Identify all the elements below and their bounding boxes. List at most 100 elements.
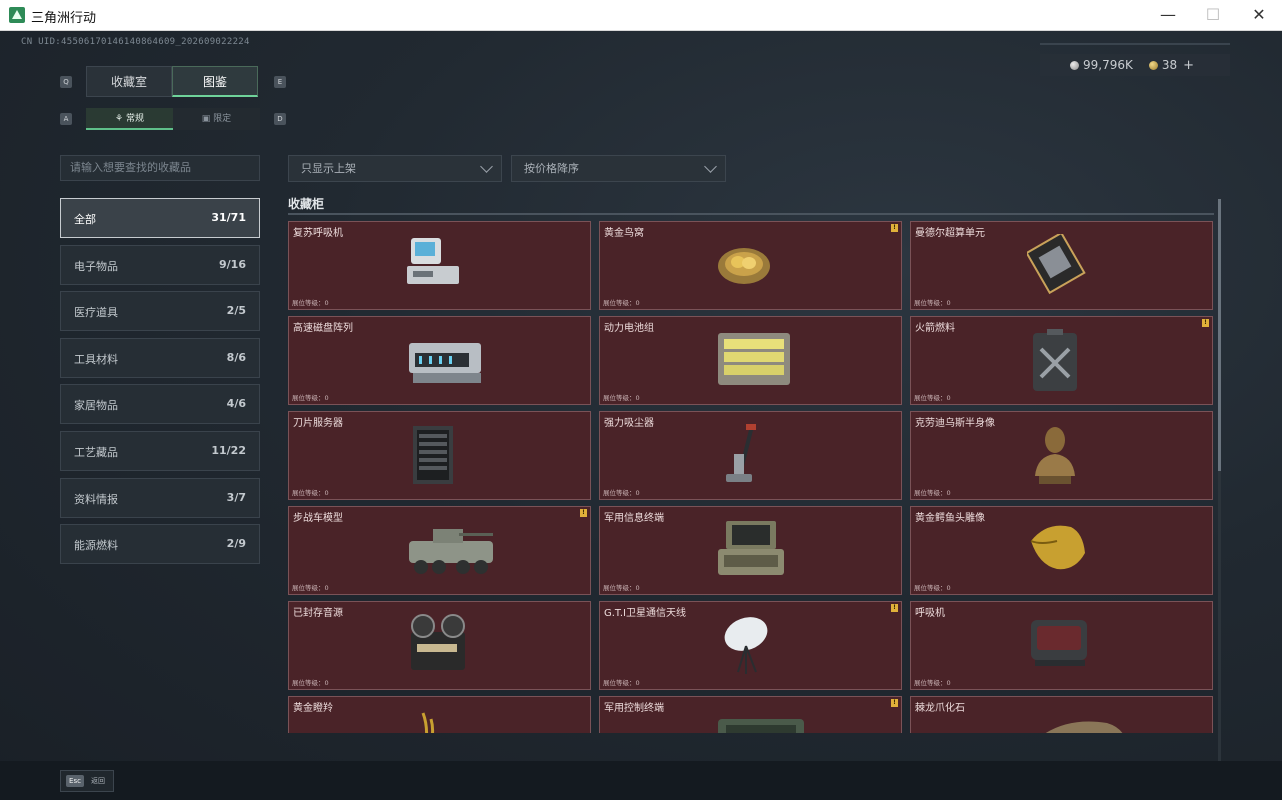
collection-card[interactable]: 棘龙爪化石展位等级：0 — [910, 696, 1213, 733]
collection-card[interactable]: 已封存音源展位等级：0 — [288, 601, 591, 690]
item-name: 克劳迪乌斯半身像 — [915, 418, 995, 429]
silver-coin-icon — [1070, 60, 1079, 70]
key-hint-d: D — [274, 113, 286, 125]
category-count: 11/22 — [211, 444, 246, 457]
category-item[interactable]: 资料情报 3/7 — [60, 477, 260, 518]
currency-bar: 99,796K 38 + — [1040, 54, 1230, 76]
top-divider — [1040, 43, 1230, 45]
display-level: 展位等级：0 — [292, 394, 329, 402]
window-titlebar: 三角洲行动 — ☐ ✕ — [0, 0, 1282, 31]
bust-statue-icon — [1035, 427, 1075, 484]
collection-card[interactable]: 黄金鳄鱼头雕像 展位等级：0 — [910, 506, 1213, 595]
collection-card[interactable]: 高速磁盘阵列 展位等级：0 — [288, 316, 591, 405]
collection-card[interactable]: 火箭燃料 展位等级：0! — [910, 316, 1213, 405]
chevron-down-icon — [704, 160, 717, 173]
satellite-dish-icon — [724, 617, 768, 674]
scrollbar-thumb[interactable] — [1218, 199, 1221, 471]
category-count: 9/16 — [219, 257, 246, 271]
disk-array-icon — [409, 343, 481, 383]
collection-card[interactable]: 黄金瞪羚展位等级：0 — [288, 696, 591, 733]
alert-badge-icon: ! — [1202, 319, 1209, 327]
collection-card[interactable]: G.T.I卫星通信天线 展位等级：0! — [599, 601, 902, 690]
collection-card[interactable]: 动力电池组 展位等级：0 — [599, 316, 902, 405]
alert-badge-icon: ! — [580, 509, 587, 517]
collection-card[interactable]: 刀片服务器 展位等级：0 — [288, 411, 591, 500]
tab-catalog[interactable]: 图鉴 — [172, 66, 258, 97]
item-name: 黄金瞪羚 — [293, 703, 333, 714]
item-name: 高速磁盘阵列 — [293, 323, 353, 334]
shelf-filter-dropdown[interactable]: 只显示上架 — [288, 155, 502, 182]
display-level: 展位等级：0 — [914, 679, 951, 687]
display-level: 展位等级：0 — [914, 394, 951, 402]
resuscitator-icon — [407, 238, 459, 284]
item-name: 军用控制终端 — [604, 703, 664, 714]
add-currency-button[interactable]: + — [1183, 58, 1194, 73]
supercomputer-unit-icon — [1027, 234, 1086, 295]
collection-card[interactable]: 复苏呼吸机 展位等级：0 — [288, 221, 591, 310]
collection-card[interactable]: 步战车模型 展位等级：0! — [288, 506, 591, 595]
tab-collection-room[interactable]: 收藏室 — [86, 66, 172, 97]
player-uid: CN UID:4550617014614086460​9_20260902222… — [21, 37, 250, 47]
collection-card[interactable]: 曼德尔超算单元 展位等级：0 — [910, 221, 1213, 310]
collection-grid: 复苏呼吸机 展位等级：0 黄金鸟窝 展位等级：0! 曼德尔超算单元 展位等级：0 高速磁盘阵… — [288, 221, 1216, 733]
category-label: 工具材料 — [74, 352, 118, 366]
chevron-down-icon — [480, 160, 493, 173]
military-terminal-icon — [718, 521, 784, 575]
back-button[interactable]: Esc 返回 — [60, 770, 114, 792]
category-item[interactable]: 电子物品 9/16 — [60, 244, 260, 285]
app-logo-icon — [9, 7, 25, 23]
reel-recorder-icon — [411, 614, 465, 670]
category-count: 31/71 — [211, 211, 246, 224]
category-label: 工艺藏品 — [74, 446, 118, 459]
item-name: 军用信息终端 — [604, 513, 664, 524]
item-name: 复苏呼吸机 — [293, 228, 343, 239]
gold-coin-icon — [1148, 60, 1158, 70]
collection-card[interactable]: 强力吸尘器 展位等级：0 — [599, 411, 902, 500]
subtab-normal-label: 常规 — [125, 114, 144, 124]
maximize-button[interactable]: ☐ — [1190, 0, 1236, 31]
collection-card[interactable]: 克劳迪乌斯半身像 展位等级：0 — [910, 411, 1213, 500]
shelf-filter-value: 只显示上架 — [301, 162, 356, 175]
search-input[interactable]: 请输入想要查找的收藏品 — [60, 155, 260, 181]
collection-card[interactable]: 黄金鸟窝 展位等级：0! — [599, 221, 902, 310]
category-item[interactable]: 工艺藏品 11/22 — [60, 431, 260, 471]
category-item[interactable]: 能源燃料 2/9 — [60, 524, 260, 565]
golden-crocodile-icon — [1030, 525, 1085, 570]
subtab-limited-label: 限定 — [213, 114, 232, 124]
category-count: 4/6 — [226, 397, 246, 411]
back-label: 返回 — [91, 777, 105, 785]
control-terminal-icon — [718, 719, 804, 733]
category-label: 全部 — [74, 213, 96, 226]
ifv-model-icon — [409, 529, 493, 574]
collection-card[interactable]: 军用控制终端展位等级：0! — [599, 696, 902, 733]
window-title: 三角洲行动 — [31, 11, 97, 26]
collection-card[interactable]: 呼吸机 展位等级：0 — [910, 601, 1213, 690]
subtab-normal[interactable]: ⚘ 常规 — [86, 108, 173, 130]
category-count: 2/5 — [226, 304, 246, 318]
rocket-fuel-icon — [1033, 329, 1077, 391]
minimize-button[interactable]: — — [1145, 0, 1191, 31]
dino-claw-fossil-icon — [1045, 721, 1123, 733]
close-button[interactable]: ✕ — [1236, 0, 1282, 31]
item-name: 已封存音源 — [293, 608, 343, 619]
section-title: 收藏柜 — [288, 197, 325, 211]
item-name: 黄金鳄鱼头雕像 — [915, 513, 985, 524]
category-item[interactable]: 全部 31/71 — [60, 198, 260, 238]
category-item[interactable]: 医疗道具 2/5 — [60, 291, 260, 332]
display-level: 展位等级：0 — [292, 679, 329, 687]
item-name: 黄金鸟窝 — [604, 228, 644, 239]
category-item[interactable]: 工具材料 8/6 — [60, 337, 260, 378]
battery-pack-icon — [718, 333, 790, 385]
category-label: 能源燃料 — [74, 539, 118, 553]
category-item[interactable]: 家居物品 4/6 — [60, 384, 260, 425]
blade-server-icon — [413, 426, 453, 484]
golden-nest-icon — [718, 248, 770, 284]
collection-card[interactable]: 军用信息终端 展位等级：0 — [599, 506, 902, 595]
display-level: 展位等级：0 — [914, 489, 951, 497]
item-name: G.T.I卫星通信天线 — [604, 608, 686, 619]
sort-dropdown[interactable]: 按价格降序 — [511, 155, 726, 182]
alert-badge-icon: ! — [891, 699, 898, 707]
display-level: 展位等级：0 — [603, 394, 640, 402]
subtab-limited[interactable]: ▣ 限定 — [173, 108, 260, 130]
category-count: 8/6 — [226, 350, 246, 364]
